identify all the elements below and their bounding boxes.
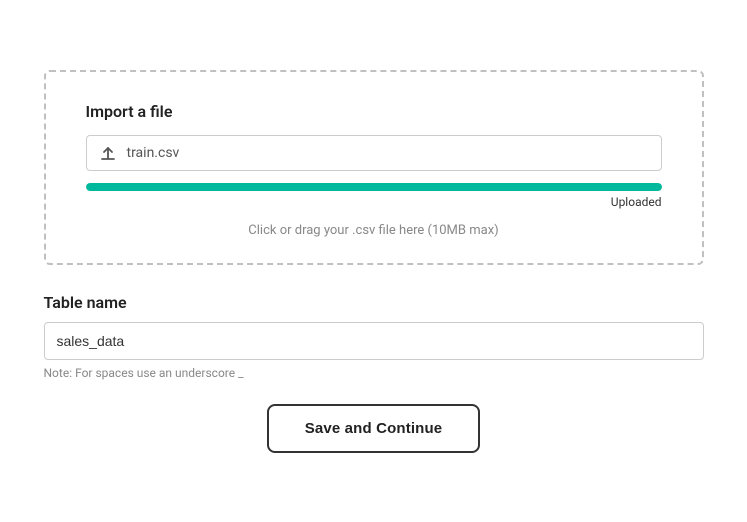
page-container: Import a file train.csv Uploaded Click o… — [24, 50, 724, 473]
file-input-box[interactable]: train.csv — [86, 135, 662, 171]
button-row: Save and Continue — [44, 404, 704, 453]
table-name-note: Note: For spaces use an underscore _ — [44, 366, 704, 380]
table-name-label: Table name — [44, 293, 704, 312]
import-title: Import a file — [86, 102, 662, 121]
save-continue-button[interactable]: Save and Continue — [267, 404, 481, 453]
table-name-section: Table name Note: For spaces use an under… — [44, 293, 704, 380]
uploaded-label: Uploaded — [86, 195, 662, 209]
file-name: train.csv — [127, 145, 180, 161]
upload-icon — [99, 144, 117, 162]
drop-zone[interactable]: Import a file train.csv Uploaded Click o… — [44, 70, 704, 265]
drop-hint[interactable]: Click or drag your .csv file here (10MB … — [86, 223, 662, 238]
table-name-input[interactable] — [44, 322, 704, 360]
progress-bar-container: Uploaded — [86, 183, 662, 209]
progress-bar-bg — [86, 183, 662, 191]
progress-bar-fill — [86, 183, 662, 191]
